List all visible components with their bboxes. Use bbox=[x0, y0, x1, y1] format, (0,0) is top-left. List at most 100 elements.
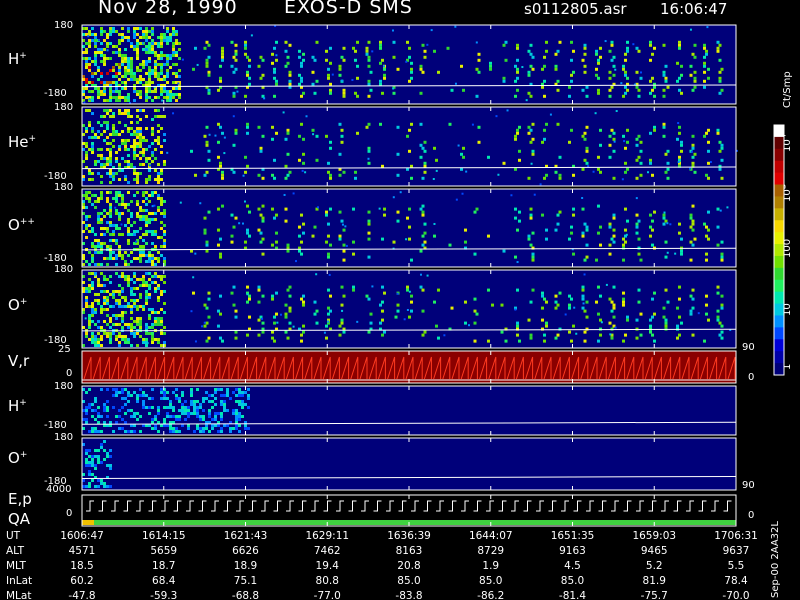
heat-cell bbox=[112, 66, 115, 69]
heat-cell bbox=[235, 415, 238, 418]
heat-cell bbox=[221, 52, 224, 56]
heat-cell bbox=[572, 252, 575, 256]
heat-cell bbox=[454, 25, 457, 28]
heat-cell bbox=[202, 409, 205, 412]
heat-cell bbox=[97, 455, 100, 458]
heat-cell bbox=[142, 78, 145, 81]
heat-cell bbox=[97, 160, 100, 163]
heat-cell bbox=[106, 415, 109, 418]
heat-cell bbox=[118, 194, 121, 197]
colorbar-swatch bbox=[774, 184, 784, 197]
heat-cell bbox=[192, 67, 195, 71]
heat-cell bbox=[302, 91, 305, 95]
heat-cell bbox=[139, 257, 142, 260]
heat-cell bbox=[612, 137, 616, 141]
heat-cell bbox=[726, 206, 729, 209]
heat-cell bbox=[622, 291, 625, 295]
heat-cell bbox=[338, 64, 342, 68]
heat-cell bbox=[549, 113, 552, 116]
heat-cell bbox=[205, 339, 209, 343]
heat-cell bbox=[624, 52, 627, 56]
heat-cell bbox=[622, 237, 625, 241]
heat-cell bbox=[133, 430, 136, 433]
heat-cell bbox=[720, 143, 724, 147]
heat-cell bbox=[103, 449, 106, 452]
heat-cell bbox=[115, 254, 118, 257]
heat-cell bbox=[572, 207, 575, 211]
heat-cell bbox=[423, 140, 427, 144]
heat-cell bbox=[664, 170, 668, 174]
heat-cell bbox=[103, 409, 106, 412]
heat-cell bbox=[118, 391, 121, 394]
heat-cell bbox=[421, 288, 425, 292]
heat-cell bbox=[177, 82, 180, 85]
heat-cell bbox=[543, 137, 546, 141]
heat-cell bbox=[338, 210, 342, 214]
heat-cell bbox=[121, 169, 124, 172]
heat-cell bbox=[365, 49, 369, 53]
heat-cell bbox=[612, 176, 616, 180]
heat-cell bbox=[136, 394, 139, 397]
heat-cell bbox=[136, 418, 139, 421]
heat-cell bbox=[130, 133, 133, 136]
heat-cell bbox=[88, 449, 91, 452]
heat-cell bbox=[612, 73, 616, 77]
heat-cell bbox=[403, 318, 406, 321]
heat-cell bbox=[419, 249, 423, 253]
heat-cell bbox=[581, 234, 585, 238]
heat-cell bbox=[85, 157, 88, 160]
heat-cell bbox=[163, 63, 166, 66]
heat-cell bbox=[662, 88, 666, 92]
heat-cell bbox=[136, 51, 139, 54]
heat-cell bbox=[217, 412, 220, 415]
heat-cell bbox=[94, 136, 97, 139]
heat-cell bbox=[97, 212, 100, 215]
heat-cell bbox=[187, 412, 190, 415]
heat-cell bbox=[609, 333, 612, 336]
heat-cell bbox=[103, 81, 106, 84]
heat-cell bbox=[354, 170, 357, 174]
heat-cell bbox=[88, 66, 91, 69]
heat-cell bbox=[371, 285, 374, 288]
heat-cell bbox=[516, 43, 519, 47]
heat-cell bbox=[94, 36, 97, 39]
heat-cell bbox=[100, 446, 103, 449]
heat-cell bbox=[437, 288, 440, 292]
heat-cell bbox=[88, 224, 91, 227]
heat-cell bbox=[232, 94, 236, 98]
heat-cell bbox=[100, 245, 103, 248]
heat-cell bbox=[691, 222, 695, 226]
heat-cell bbox=[145, 99, 148, 102]
heat-cell bbox=[261, 134, 265, 138]
heat-cell bbox=[133, 30, 136, 33]
heat-cell bbox=[163, 275, 166, 278]
heat-cell bbox=[163, 96, 166, 99]
heat-cell bbox=[133, 157, 136, 160]
heat-cell bbox=[207, 315, 211, 319]
heat-cell bbox=[85, 299, 88, 302]
colorbar-swatch bbox=[774, 267, 784, 281]
heat-cell bbox=[91, 142, 94, 145]
heat-cell bbox=[477, 52, 481, 56]
heat-cell bbox=[599, 294, 602, 298]
heat-cell bbox=[166, 63, 169, 66]
heat-cell bbox=[541, 67, 544, 71]
heat-cell bbox=[720, 336, 724, 340]
heat-cell bbox=[273, 321, 276, 325]
heat-cell bbox=[572, 70, 575, 74]
heat-cell bbox=[556, 303, 560, 307]
heat-cell bbox=[338, 234, 342, 238]
heat-cell bbox=[151, 99, 154, 102]
heat-cell bbox=[423, 49, 427, 53]
heat-cell bbox=[142, 48, 145, 51]
heat-cell bbox=[112, 239, 115, 242]
heat-cell bbox=[106, 136, 109, 139]
heat-cell bbox=[106, 257, 109, 260]
heat-cell bbox=[693, 70, 697, 74]
heat-cell bbox=[106, 157, 109, 160]
heat-cell bbox=[637, 252, 641, 256]
heat-cell bbox=[94, 133, 97, 136]
heat-cell bbox=[525, 99, 528, 102]
heat-cell bbox=[246, 285, 249, 289]
heat-cell bbox=[558, 173, 562, 177]
